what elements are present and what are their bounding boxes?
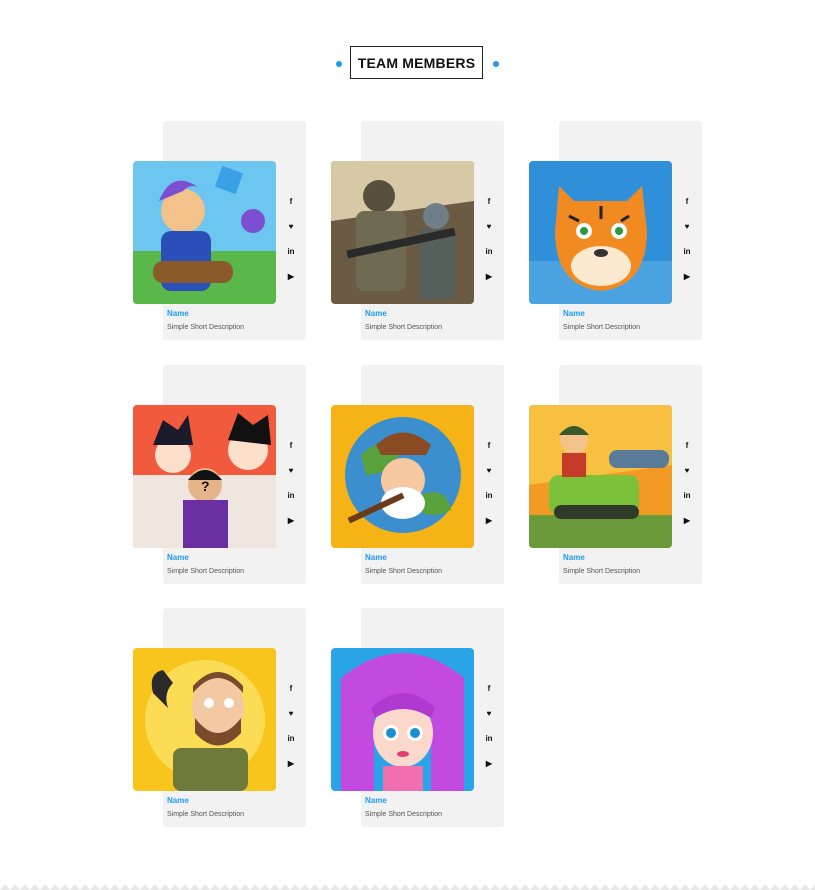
member-photo[interactable] (331, 161, 474, 304)
member-name[interactable]: Name (563, 309, 585, 318)
member-name[interactable]: Name (365, 553, 387, 562)
team-card: ? f ♥ in ▶ Name Simple Short Description (133, 365, 306, 584)
social-links: f ♥ in ▶ (680, 433, 694, 533)
member-description: Simple Short Description (167, 811, 245, 818)
team-card: f ♥ in ▶ Name Simple Short Description (331, 121, 504, 340)
youtube-icon[interactable]: ▶ (284, 751, 298, 776)
linkedin-icon[interactable]: in (284, 483, 298, 508)
linkedin-icon[interactable]: in (482, 726, 496, 751)
linkedin-icon[interactable]: in (284, 726, 298, 751)
youtube-icon[interactable]: ▶ (680, 264, 694, 289)
social-links: f ♥ in ▶ (482, 433, 496, 533)
youtube-icon[interactable]: ▶ (482, 264, 496, 289)
member-name[interactable]: Name (563, 553, 585, 562)
team-card: f ♥ in ▶ Name Simple Short Description (331, 608, 504, 827)
twitter-icon[interactable]: ♥ (482, 214, 496, 239)
member-name[interactable]: Name (167, 796, 189, 805)
linkedin-icon[interactable]: in (482, 239, 496, 264)
member-photo[interactable] (529, 161, 672, 304)
facebook-icon[interactable]: f (482, 189, 496, 214)
linkedin-icon[interactable]: in (680, 483, 694, 508)
facebook-icon[interactable]: f (284, 676, 298, 701)
youtube-icon[interactable]: ▶ (482, 751, 496, 776)
team-card: f ♥ in ▶ Name Simple Short Description (133, 608, 306, 827)
member-description: Simple Short Description (563, 568, 641, 575)
facebook-icon[interactable]: f (482, 433, 496, 458)
member-photo[interactable] (331, 648, 474, 791)
title-dot-right (493, 61, 499, 67)
social-links: f ♥ in ▶ (680, 189, 694, 289)
team-card: f ♥ in ▶ Name Simple Short Description (331, 365, 504, 584)
social-links: f ♥ in ▶ (482, 189, 496, 289)
facebook-icon[interactable]: f (680, 189, 694, 214)
member-description: Simple Short Description (365, 324, 443, 331)
member-photo[interactable] (529, 405, 672, 548)
facebook-icon[interactable]: f (482, 676, 496, 701)
youtube-icon[interactable]: ▶ (482, 508, 496, 533)
svg-text:?: ? (201, 478, 210, 494)
member-description: Simple Short Description (167, 568, 245, 575)
twitter-icon[interactable]: ♥ (680, 214, 694, 239)
social-links: f ♥ in ▶ (284, 433, 298, 533)
member-name[interactable]: Name (365, 309, 387, 318)
team-card: f ♥ in ▶ Name Simple Short Description (133, 121, 306, 340)
member-description: Simple Short Description (563, 324, 641, 331)
social-links: f ♥ in ▶ (482, 676, 496, 776)
member-photo[interactable] (133, 161, 276, 304)
youtube-icon[interactable]: ▶ (680, 508, 694, 533)
title-dot-left (336, 61, 342, 67)
social-links: f ♥ in ▶ (284, 676, 298, 776)
twitter-icon[interactable]: ♥ (284, 214, 298, 239)
member-description: Simple Short Description (365, 811, 443, 818)
linkedin-icon[interactable]: in (680, 239, 694, 264)
facebook-icon[interactable]: f (284, 189, 298, 214)
member-name[interactable]: Name (167, 553, 189, 562)
member-photo[interactable]: ? (133, 405, 276, 548)
twitter-icon[interactable]: ♥ (680, 458, 694, 483)
member-photo[interactable] (331, 405, 474, 548)
facebook-icon[interactable]: f (284, 433, 298, 458)
member-name[interactable]: Name (167, 309, 189, 318)
section-title: TEAM MEMBERS (350, 46, 483, 79)
facebook-icon[interactable]: f (680, 433, 694, 458)
member-name[interactable]: Name (365, 796, 387, 805)
twitter-icon[interactable]: ♥ (482, 701, 496, 726)
twitter-icon[interactable]: ♥ (482, 458, 496, 483)
twitter-icon[interactable]: ♥ (284, 701, 298, 726)
member-description: Simple Short Description (365, 568, 443, 575)
linkedin-icon[interactable]: in (284, 239, 298, 264)
member-description: Simple Short Description (167, 324, 245, 331)
twitter-icon[interactable]: ♥ (284, 458, 298, 483)
footer-zigzag-divider (0, 884, 815, 890)
youtube-icon[interactable]: ▶ (284, 264, 298, 289)
team-card: f ♥ in ▶ Name Simple Short Description (529, 365, 702, 584)
social-links: f ♥ in ▶ (284, 189, 298, 289)
member-photo[interactable] (133, 648, 276, 791)
linkedin-icon[interactable]: in (482, 483, 496, 508)
youtube-icon[interactable]: ▶ (284, 508, 298, 533)
team-card: f ♥ in ▶ Name Simple Short Description (529, 121, 702, 340)
